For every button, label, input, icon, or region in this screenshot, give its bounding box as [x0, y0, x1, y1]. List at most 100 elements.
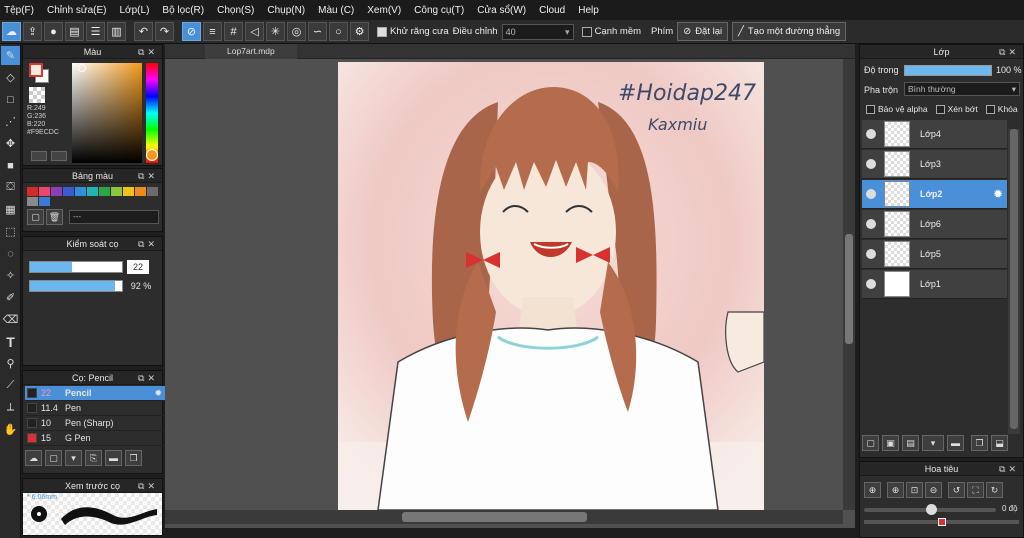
adjust-select[interactable]: 40: [501, 23, 574, 40]
new-layer-icon[interactable]: ▢: [862, 435, 879, 451]
horizontal-scrollbar[interactable]: [165, 510, 843, 524]
zoom-window-icon[interactable]: ⊡: [906, 482, 923, 498]
menu-window[interactable]: Cửa sổ(W): [477, 5, 526, 16]
brush-item-g-pen[interactable]: 15 G Pen: [25, 431, 165, 446]
brush-opacity-slider[interactable]: [29, 280, 123, 292]
panel-window-icons[interactable]: ⧉✕: [138, 479, 158, 493]
curve-snap-icon[interactable]: ∽: [308, 22, 327, 41]
artboard[interactable]: #Hoidap247 Kaxmiu: [338, 62, 764, 510]
blend-mode-select[interactable]: Bình thường ▾: [904, 82, 1020, 96]
layer-scroll-thumb[interactable]: [1010, 129, 1018, 429]
palette-swatch[interactable]: [63, 187, 74, 196]
eyedropper-icon[interactable]: ⟂: [1, 398, 20, 417]
lock-option[interactable]: Khóa: [985, 104, 1018, 115]
fill-rect-icon[interactable]: ■: [1, 156, 20, 175]
settings-doc-icon[interactable]: ▥: [107, 22, 126, 41]
new-palette-icon[interactable]: ▢: [27, 209, 44, 225]
clipping-option[interactable]: Xén bớt: [935, 104, 978, 115]
protect-alpha-option[interactable]: Bảo vệ alpha: [866, 104, 928, 115]
hand-tool-icon[interactable]: ✋: [1, 420, 20, 439]
new-raster-layer-icon[interactable]: ▣: [882, 435, 899, 451]
edge-checkbox[interactable]: [581, 26, 592, 37]
foreground-color-swatch[interactable]: [29, 63, 43, 77]
menu-file[interactable]: Tệp(F): [4, 5, 34, 16]
layer-opacity-slider[interactable]: [904, 65, 992, 76]
brush-copy-icon[interactable]: ❐: [125, 450, 142, 466]
rotate-left-icon[interactable]: ↺: [948, 482, 965, 498]
color-history-button[interactable]: [51, 151, 67, 161]
saturation-value-picker[interactable]: [72, 63, 142, 163]
cloud-icon[interactable]: ☁: [2, 22, 21, 41]
concentric-snap-icon[interactable]: ◎: [287, 22, 306, 41]
select-eraser-icon[interactable]: ⌫: [1, 310, 20, 329]
palette-swatch[interactable]: [147, 187, 158, 196]
operation-tool-icon[interactable]: ⚲: [1, 354, 20, 373]
rect-tool-icon[interactable]: □: [1, 90, 20, 109]
gear-snap-icon[interactable]: ⚙: [350, 22, 369, 41]
reset-button[interactable]: ⊘ Đặt lại: [677, 22, 729, 41]
layer-menu-icon[interactable]: ▾: [922, 435, 944, 451]
palette-swatch[interactable]: [39, 187, 50, 196]
parallel-snap-icon[interactable]: ≡: [203, 22, 222, 41]
panel-window-icons[interactable]: ⧉✕: [138, 45, 158, 59]
rotation-slider[interactable]: [864, 504, 996, 515]
palette-swatch[interactable]: [39, 197, 50, 206]
layer-visibility-icon[interactable]: [866, 219, 876, 229]
magic-wand-icon[interactable]: ✧: [1, 266, 20, 285]
move-tool-icon[interactable]: ✥: [1, 134, 20, 153]
fit-screen-icon[interactable]: ⛶: [967, 482, 984, 498]
layer-row-lop2[interactable]: Lớp2 ✹: [862, 180, 1007, 209]
zoom-in-icon[interactable]: ⊕: [887, 482, 904, 498]
hue-slider[interactable]: [146, 63, 158, 163]
brush-item-pen-sharp[interactable]: 10 Pen (Sharp): [25, 416, 165, 431]
menu-select[interactable]: Chọn(S): [217, 5, 254, 16]
palette-swatch[interactable]: [75, 187, 86, 196]
menu-help[interactable]: Help: [578, 5, 599, 16]
merge-layer-icon[interactable]: ⬓: [991, 435, 1008, 451]
panel-window-icons[interactable]: ⧉✕: [138, 169, 158, 183]
document-tab[interactable]: Lop7art.mdp: [205, 44, 297, 59]
color-mode-button[interactable]: [31, 151, 47, 161]
layer-visibility-icon[interactable]: [866, 159, 876, 169]
layer-row-lop3[interactable]: Lớp3: [862, 150, 1007, 179]
menu-layer[interactable]: Lớp(L): [120, 5, 150, 16]
export-icon[interactable]: ⇪: [23, 22, 42, 41]
layer-visibility-icon[interactable]: [866, 249, 876, 259]
straight-line-button[interactable]: ╱ Tạo một đường thẳng: [732, 22, 847, 41]
layer-settings-gear-icon[interactable]: ✹: [993, 187, 1003, 201]
layer-row-lop5[interactable]: Lớp5: [862, 240, 1007, 269]
panel-window-icons[interactable]: ⧉✕: [999, 45, 1019, 59]
layer-row-lop6[interactable]: Lớp6: [862, 210, 1007, 239]
lasso-tool-icon[interactable]: ◌: [1, 244, 20, 263]
layer-row-lop4[interactable]: Lớp4: [862, 120, 1007, 149]
antialias-checkbox[interactable]: [377, 26, 387, 37]
picker-cursor[interactable]: [78, 64, 86, 72]
panel-window-icons[interactable]: ⧉✕: [138, 371, 158, 385]
radial-snap-icon[interactable]: ✳: [266, 22, 285, 41]
brush-settings-icon[interactable]: ✹: [154, 388, 162, 399]
palette-name-field[interactable]: ---: [69, 210, 159, 224]
palette-swatch[interactable]: [87, 187, 98, 196]
brush-item-pencil[interactable]: 22 Pencil ✹: [25, 386, 165, 401]
select-rect-icon[interactable]: ⬚: [1, 222, 20, 241]
menu-filter[interactable]: Bộ lọc(R): [162, 5, 204, 16]
duplicate-brush-icon[interactable]: ⎘: [85, 450, 102, 466]
text-tool-icon[interactable]: T: [1, 332, 20, 351]
palette-swatch[interactable]: [135, 187, 146, 196]
circle-snap-icon[interactable]: ○: [329, 22, 348, 41]
palette-swatch[interactable]: [51, 187, 62, 196]
zoom-out-icon[interactable]: ⊖: [925, 482, 942, 498]
gradient-tool-icon[interactable]: ▦: [1, 200, 20, 219]
palette-swatch[interactable]: [123, 187, 134, 196]
vertical-scrollbar[interactable]: [843, 59, 855, 510]
menu-edit[interactable]: Chỉnh sửa(E): [47, 5, 107, 16]
new-brush-icon[interactable]: ▢: [45, 450, 62, 466]
brush-cloud-icon[interactable]: ☁: [25, 450, 42, 466]
menu-view[interactable]: Xem(V): [367, 5, 401, 16]
select-pen-icon[interactable]: ✐: [1, 288, 20, 307]
divide-tool-icon[interactable]: ⟋: [1, 376, 20, 395]
brush-menu-icon[interactable]: ▾: [65, 450, 82, 466]
palette-swatch[interactable]: [27, 197, 38, 206]
navigator-marker[interactable]: [938, 518, 946, 526]
navigator-scroll[interactable]: [864, 518, 1019, 526]
